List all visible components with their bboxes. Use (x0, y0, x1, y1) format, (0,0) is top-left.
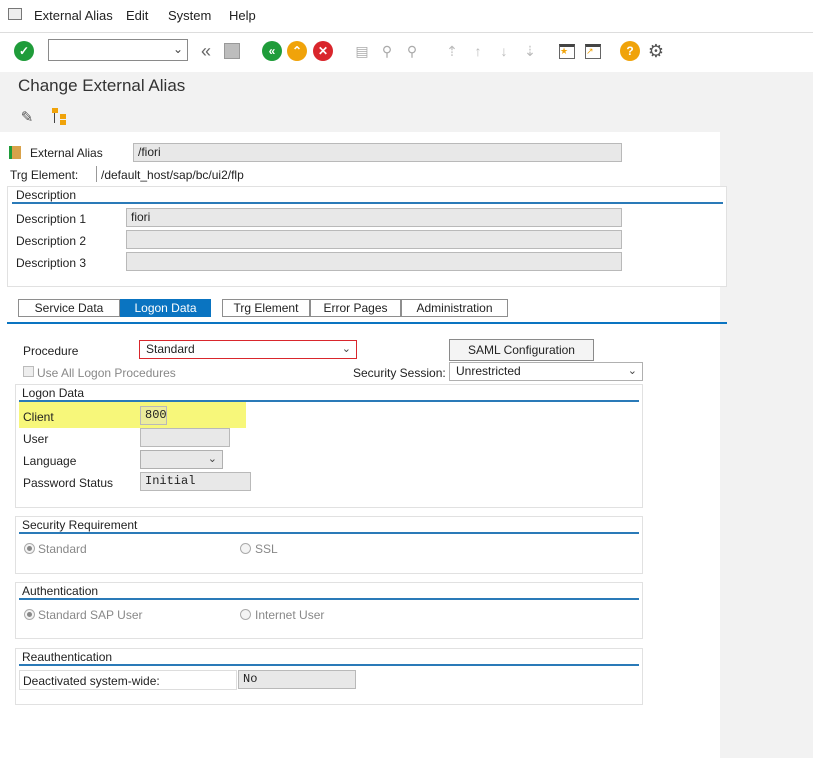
shortcut-icon[interactable]: ↗ (583, 41, 603, 61)
authentication-line (19, 598, 639, 600)
procedure-value: Standard (146, 342, 195, 356)
collapse-icon[interactable]: « (196, 41, 216, 61)
description-3-field[interactable] (126, 252, 622, 271)
trg-element-value: /default_host/sap/bc/ui2/flp (101, 168, 244, 182)
trg-element-label: Trg Element: (10, 168, 79, 182)
language-select[interactable]: ⌄ (140, 450, 223, 469)
security-session-value: Unrestricted (456, 364, 521, 378)
security-requirement-title: Security Requirement (22, 518, 138, 532)
hierarchy-icon[interactable] (50, 107, 70, 127)
description-2-label: Description 2 (16, 234, 87, 248)
security-ssl-label: SSL (255, 542, 278, 556)
deactivated-field: No (238, 670, 356, 689)
previous-page-icon[interactable]: ↑ (468, 41, 488, 61)
last-page-icon[interactable]: ⇣ (520, 41, 540, 61)
security-session-label: Security Session: (353, 366, 446, 380)
tab-trg-element[interactable]: Trg Element (222, 299, 310, 317)
next-page-icon[interactable]: ↓ (494, 41, 514, 61)
enter-check-icon[interactable]: ✓ (14, 41, 34, 61)
password-status-field: Initial (140, 472, 251, 491)
auth-internet-label: Internet User (255, 608, 325, 622)
user-label: User (23, 432, 49, 446)
new-session-icon[interactable]: ★ (557, 41, 577, 61)
description-group-title: Description (16, 188, 77, 202)
menu-external-alias[interactable]: External Alias (34, 8, 113, 23)
command-field[interactable]: ⌄ (48, 39, 188, 61)
auth-internet-radio[interactable] (240, 609, 251, 620)
tab-error-pages[interactable]: Error Pages (310, 299, 401, 317)
menu-edit[interactable]: Edit (126, 8, 148, 23)
cancel-icon[interactable]: ✕ (313, 41, 333, 61)
menu-help[interactable]: Help (229, 8, 256, 23)
deactivated-label-box (19, 670, 237, 690)
save-icon[interactable] (222, 41, 242, 61)
description-2-field[interactable] (126, 230, 622, 249)
settings-gear-icon[interactable]: ⚙ (646, 41, 666, 61)
authentication-title: Authentication (22, 584, 99, 598)
procedure-label: Procedure (23, 344, 79, 358)
client-field[interactable]: 800 (140, 406, 167, 425)
reauthentication-line (19, 664, 639, 666)
back-icon[interactable]: « (262, 41, 282, 61)
chevron-down-icon: ⌄ (341, 343, 351, 355)
trg-element-divider (96, 166, 97, 182)
logon-data-group-title: Logon Data (22, 386, 85, 400)
security-standard-label: Standard (38, 542, 87, 556)
exit-icon[interactable]: ⌃ (287, 41, 307, 61)
description-1-field[interactable]: fiori (126, 208, 622, 227)
system-toolbar: ✓ ⌄ « « ⌃ ✕ ▤ ⚲ ⚲ ⇡ ↑ ↓ ⇣ ★ ↗ ? ⚙ (0, 33, 813, 73)
description-3-label: Description 3 (16, 256, 87, 270)
saml-configuration-button[interactable]: SAML Configuration (449, 339, 594, 361)
security-session-select[interactable]: Unrestricted ⌄ (449, 362, 643, 381)
chevron-down-icon: ⌄ (172, 42, 183, 56)
external-alias-field[interactable]: /fiori (133, 143, 622, 162)
display-change-icon[interactable]: ✎ (17, 107, 37, 127)
tab-logon-data[interactable]: Logon Data (120, 299, 211, 317)
auth-standard-label: Standard SAP User (38, 608, 143, 622)
alias-icon (9, 146, 21, 159)
menu-icon[interactable] (8, 8, 22, 20)
client-label: Client (23, 410, 54, 424)
chevron-down-icon: ⌄ (627, 365, 637, 377)
description-group-line (12, 202, 723, 204)
user-field[interactable] (140, 428, 230, 447)
tab-administration[interactable]: Administration (401, 299, 508, 317)
security-requirement-line (19, 532, 639, 534)
find-icon[interactable]: ⚲ (377, 41, 397, 61)
find-next-icon[interactable]: ⚲ (402, 41, 422, 61)
first-page-icon[interactable]: ⇡ (442, 41, 462, 61)
chevron-down-icon: ⌄ (207, 453, 217, 465)
tab-strip-line (7, 322, 727, 324)
security-standard-radio[interactable] (24, 543, 35, 554)
page-title: Change External Alias (18, 76, 186, 95)
reauthentication-title: Reauthentication (22, 650, 113, 664)
security-ssl-radio[interactable] (240, 543, 251, 554)
menu-bar: External Alias Edit System Help (0, 0, 813, 33)
menu-system[interactable]: System (168, 8, 211, 23)
tab-service-data[interactable]: Service Data (18, 299, 120, 317)
print-icon[interactable]: ▤ (352, 41, 372, 61)
procedure-select[interactable]: Standard ⌄ (139, 340, 357, 359)
help-icon[interactable]: ? (620, 41, 640, 61)
password-status-label: Password Status (23, 476, 114, 490)
use-all-label: Use All Logon Procedures (37, 366, 176, 380)
auth-standard-radio[interactable] (24, 609, 35, 620)
application-toolbar: ✎ (0, 102, 813, 132)
external-alias-label: External Alias (30, 146, 103, 160)
description-1-label: Description 1 (16, 212, 87, 226)
use-all-checkbox[interactable] (23, 366, 34, 377)
language-label: Language (23, 454, 77, 468)
